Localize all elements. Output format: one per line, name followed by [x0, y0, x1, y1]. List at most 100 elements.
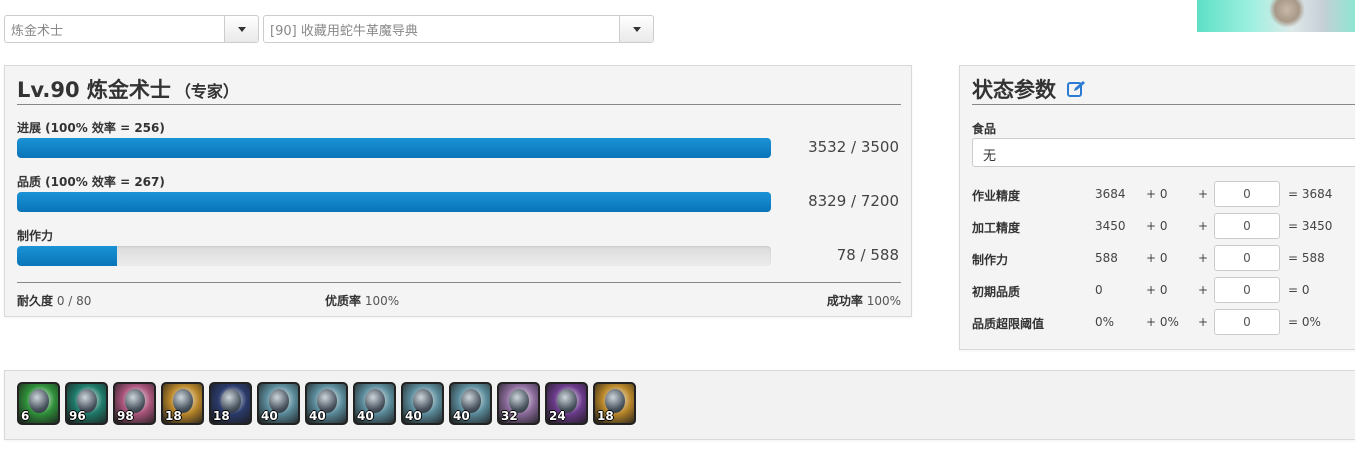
stat-row-initial-quality: 初期品质 0 + 0 + = 0 — [960, 277, 1355, 303]
progress-value: 3532 / 3500 — [808, 138, 899, 156]
quality-value: 8329 / 7200 — [808, 192, 899, 210]
stat-plus: + — [1198, 251, 1209, 265]
success-rate: 成功率 100% — [827, 292, 901, 309]
stats-title-text: 状态参数 — [972, 78, 1056, 102]
craft-footer: 耐久度 0 / 80 优质率 100% 成功率 100% — [17, 282, 901, 313]
stat-name: 制作力 — [972, 253, 1009, 267]
skill-sequence-panel: 6 96 98 18 18 40 40 40 40 40 32 24 18 — [4, 370, 1355, 440]
basic-touch-icon[interactable]: 40 — [353, 382, 396, 425]
progress-bar — [17, 138, 771, 158]
stat-row-quality-cap: 品质超限阈值 0% + 0% + = 0% — [960, 309, 1355, 335]
skill-count: 98 — [117, 409, 134, 423]
skill-count: 40 — [309, 409, 326, 423]
craft-status-panel: Lv.90 炼金术士 （专家） 进展 (100% 效率 = 256) 3532 /… — [4, 65, 912, 317]
skill-count: 18 — [165, 409, 182, 423]
quality-label: 品质 (100% 效率 = 267) — [17, 175, 165, 189]
cp-value: 78 / 588 — [836, 246, 899, 264]
stat-bonus: + 0 — [1146, 219, 1168, 233]
skill-glyph — [28, 389, 49, 414]
success-rate-value: 100% — [866, 294, 901, 308]
byregots-blessing-icon[interactable]: 24 — [545, 382, 588, 425]
muscle-memory-icon[interactable]: 6 — [17, 382, 60, 425]
stat-input-initial-quality[interactable] — [1214, 277, 1280, 303]
stat-base: 0 — [1095, 283, 1103, 297]
stat-total: = 0 — [1288, 283, 1310, 297]
stat-bonus: + 0% — [1146, 315, 1179, 329]
basic-touch-icon[interactable]: 40 — [305, 382, 348, 425]
stat-input-control[interactable] — [1214, 213, 1280, 239]
basic-synthesis-icon[interactable]: 18 — [593, 382, 636, 425]
stat-total: = 0% — [1288, 315, 1321, 329]
prudent-touch-icon[interactable]: 18 — [209, 382, 252, 425]
class-select[interactable]: 炼金术士 — [4, 15, 259, 43]
food-label: 食品 — [972, 122, 997, 136]
durability-label: 耐久度 — [17, 294, 54, 308]
hq-rate-value: 100% — [364, 294, 400, 308]
skill-count: 32 — [501, 409, 518, 423]
stat-input-quality-cap[interactable] — [1214, 309, 1280, 335]
character-portrait — [1197, 0, 1355, 32]
recipe-select-value: [90] 收藏用蛇牛革魔导典 — [270, 23, 418, 39]
veneration-icon[interactable]: 96 — [65, 382, 108, 425]
skill-count: 40 — [261, 409, 278, 423]
stat-total: = 3684 — [1288, 187, 1333, 201]
craft-title-suffix: （专家） — [174, 82, 239, 101]
skill-count: 18 — [213, 409, 230, 423]
stat-bonus: + 0 — [1146, 251, 1168, 265]
innovation-icon[interactable]: 32 — [497, 382, 540, 425]
stat-name: 作业精度 — [972, 189, 1021, 203]
great-strides-icon[interactable]: 98 — [113, 382, 156, 425]
skill-count: 40 — [405, 409, 422, 423]
hq-rate-label: 优质率 — [325, 294, 362, 308]
stat-row-craftsmanship: 作业精度 3684 + 0 + = 3684 — [960, 181, 1355, 207]
basic-touch-icon[interactable]: 40 — [257, 382, 300, 425]
cp-bar — [17, 246, 771, 266]
chevron-down-icon — [632, 26, 641, 32]
quality-bar-fill — [17, 192, 771, 212]
stat-plus: + — [1198, 219, 1209, 233]
stat-base: 588 — [1095, 251, 1118, 265]
stat-name: 品质超限阈值 — [972, 317, 1045, 331]
craft-title: Lv.90 炼金术士 （专家） — [17, 74, 901, 105]
skill-count: 6 — [21, 409, 30, 423]
recipe-select-button[interactable] — [619, 16, 653, 42]
food-select[interactable]: 无 — [972, 138, 1355, 167]
craft-title-text: Lv.90 炼金术士 — [17, 78, 171, 102]
recipe-select[interactable]: [90] 收藏用蛇牛革魔导典 — [263, 15, 654, 43]
progress-label: 进展 (100% 效率 = 256) — [17, 121, 165, 135]
skill-count: 40 — [453, 409, 470, 423]
skill-count: 18 — [597, 409, 614, 423]
cp-label: 制作力 — [17, 229, 54, 243]
quality-bar — [17, 192, 771, 212]
class-select-value: 炼金术士 — [11, 23, 64, 39]
stats-panel: 状态参数 食品 无 作业精度 3684 + 0 + = 3684 加工精度 34… — [959, 65, 1355, 350]
stat-total: = 588 — [1288, 251, 1325, 265]
basic-touch-icon[interactable]: 40 — [401, 382, 444, 425]
stat-base: 0% — [1095, 315, 1115, 329]
durability-value: 0 / 80 — [56, 294, 92, 308]
stat-base: 3684 — [1095, 187, 1126, 201]
chevron-down-icon — [237, 26, 246, 32]
skill-count: 24 — [549, 409, 566, 423]
stat-plus: + — [1198, 187, 1209, 201]
stat-input-cp[interactable] — [1214, 245, 1280, 271]
cp-bar-fill — [17, 246, 118, 266]
class-select-button[interactable] — [224, 16, 258, 42]
stat-input-craftsmanship[interactable] — [1214, 181, 1280, 207]
success-rate-label: 成功率 — [826, 294, 863, 308]
basic-synthesis-icon[interactable]: 18 — [161, 382, 204, 425]
stats-title: 状态参数 — [972, 74, 1355, 105]
stat-total: = 3450 — [1288, 219, 1333, 233]
stat-plus: + — [1198, 315, 1209, 329]
stat-base: 3450 — [1095, 219, 1126, 233]
hq-rate: 优质率 100% — [325, 292, 399, 309]
edit-icon[interactable] — [1067, 79, 1087, 103]
stat-row-cp: 制作力 588 + 0 + = 588 — [960, 245, 1355, 271]
stat-row-control: 加工精度 3450 + 0 + = 3450 — [960, 213, 1355, 239]
stat-plus: + — [1198, 283, 1209, 297]
stat-bonus: + 0 — [1146, 283, 1168, 297]
basic-touch-icon[interactable]: 40 — [449, 382, 492, 425]
stat-bonus: + 0 — [1146, 187, 1168, 201]
skill-count: 40 — [357, 409, 374, 423]
character-figure — [1267, 0, 1307, 32]
